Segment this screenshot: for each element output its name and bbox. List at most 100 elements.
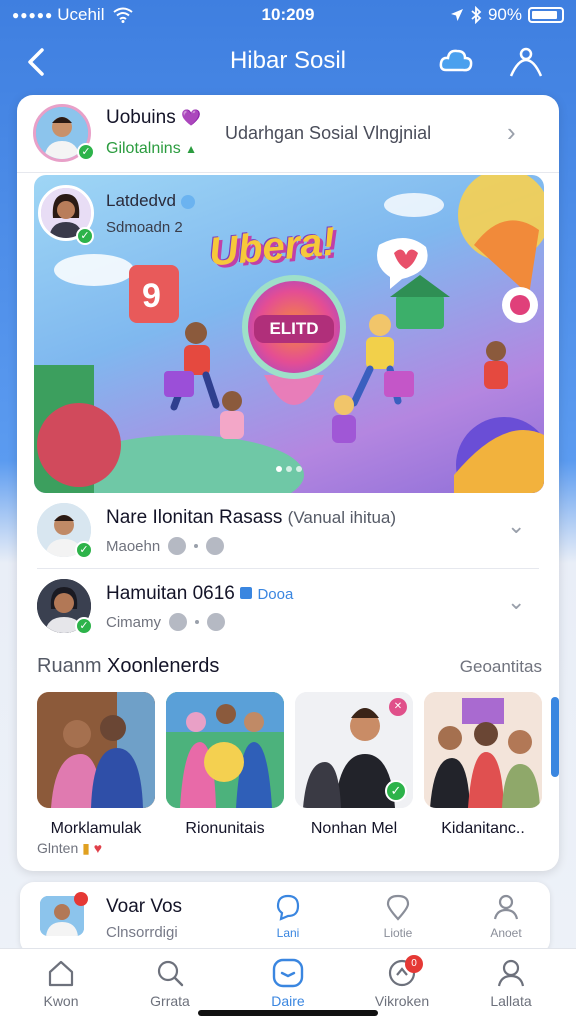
community-image[interactable]: ✓ ✕ xyxy=(295,692,413,808)
user-card-sub: Clnsorrdigi xyxy=(106,924,178,941)
tab-label: Vikroken xyxy=(374,993,430,1009)
banner-user-name: Latdedvd xyxy=(106,191,195,211)
community-tile[interactable]: Rionunitais xyxy=(166,692,284,838)
close-badge-icon[interactable]: ✕ xyxy=(389,698,407,716)
mini-tab-label: Liotie xyxy=(383,926,413,940)
tab-messages[interactable]: Daire xyxy=(243,957,333,1009)
section-header: Ruanm Xoonlenerds Geoantitas xyxy=(37,655,542,683)
home-icon xyxy=(48,960,74,987)
list-item[interactable]: ✓ Nare Ilonitan Rasass (Vanual ihitua) M… xyxy=(17,497,559,569)
post-meta: Cimamy xyxy=(106,613,225,631)
community-image[interactable] xyxy=(166,692,284,808)
tab-home[interactable]: Kwon xyxy=(16,957,106,1009)
mini-tab-label: Lani xyxy=(276,926,300,940)
community-tile-sub-text: Glnten xyxy=(37,840,79,856)
community-tile-label: Nonhan Mel xyxy=(310,820,398,837)
post-meta-text: Cimamy xyxy=(106,613,161,631)
post-meta: Maoehn xyxy=(106,537,225,555)
see-all-link[interactable]: Geoantitas xyxy=(460,657,542,677)
verified-check-icon: ✓ xyxy=(75,617,93,635)
carousel-peek xyxy=(551,697,559,777)
post-author-name: Hamuitan 0616 xyxy=(106,583,235,604)
heart-icon: ♥ xyxy=(93,840,103,856)
pager-dot[interactable] xyxy=(276,466,282,472)
verified-check-icon: ✓ xyxy=(77,143,95,161)
featured-banner[interactable]: 9 ✓ Latdedvd Sdmoadn 2 Ubera! ELITD xyxy=(34,175,544,493)
tab-search[interactable]: Grrata xyxy=(125,957,215,1009)
profile-row[interactable]: ✓ Uobuins 💜 Gilotalnins ▲ Udarhgan Sosia… xyxy=(17,95,559,173)
pager-dot[interactable] xyxy=(296,466,302,472)
tab-label: Kwon xyxy=(43,993,79,1009)
mini-tab-label: Anoet xyxy=(490,926,522,940)
heart-icon: 💜 xyxy=(181,110,201,127)
banner-user-name-text: Latdedvd xyxy=(106,191,176,210)
verified-badge-icon xyxy=(180,194,195,209)
comment-icon[interactable] xyxy=(169,613,187,631)
post-author-extra: (Vanual ihitua) xyxy=(287,508,397,527)
chat-bubble-icon xyxy=(276,894,300,921)
carousel-pager[interactable] xyxy=(34,459,544,477)
divider xyxy=(37,568,539,569)
community-tile-label: Morklamulak xyxy=(50,820,142,837)
community-tile[interactable]: Morklamulak Glnten ▮ ♥ xyxy=(37,692,155,857)
nav-bar: Hibar Sosil xyxy=(0,34,576,90)
globe-icon xyxy=(206,537,225,555)
banner-user[interactable]: ✓ Latdedvd Sdmoadn 2 xyxy=(34,185,224,251)
cloud-icon[interactable] xyxy=(436,42,476,82)
people-hugging-icon xyxy=(37,692,155,808)
community-tile[interactable]: Kidanitanc.. xyxy=(424,692,542,838)
profile-tent-icon[interactable] xyxy=(506,42,546,82)
feed-card: ✓ Uobuins 💜 Gilotalnins ▲ Udarhgan Sosia… xyxy=(17,95,559,871)
post-tag[interactable]: Dooa xyxy=(257,586,293,603)
tab-label: Daire xyxy=(271,993,305,1009)
profile-subtitle-text: Gilotalnins xyxy=(106,140,181,157)
profile-name-text: Uobuins xyxy=(106,107,176,128)
community-tile-label: Rionunitais xyxy=(185,820,265,837)
chevron-right-icon[interactable]: › xyxy=(507,117,516,148)
post-author: Nare Ilonitan Rasass (Vanual ihitua) xyxy=(106,507,396,529)
profile-subtitle: Gilotalnins ▲ xyxy=(106,140,197,158)
separator-dot xyxy=(195,620,199,624)
banner-user-sub: Sdmoadn 2 xyxy=(106,219,183,236)
home-indicator[interactable] xyxy=(198,1010,378,1016)
mini-tab-profile[interactable]: Anoet xyxy=(476,892,536,940)
group-meeting-icon xyxy=(424,692,542,808)
chevron-down-icon[interactable]: ⌄ xyxy=(507,513,525,539)
pager-dot[interactable] xyxy=(286,466,292,472)
status-bar: ●●●●● Ucehil 10:209 90% xyxy=(0,0,576,30)
list-item[interactable]: ✓ Hamuitan 0616 Dooa Cimamy ⌄ xyxy=(17,573,559,645)
chevron-down-icon[interactable]: ⌄ xyxy=(507,589,525,615)
user-icon xyxy=(493,894,519,920)
user-card[interactable]: Voar Vos Clnsorrdigi Lani Liotie Anoet xyxy=(20,882,550,954)
post-author-name: Nare Ilonitan Rasass xyxy=(106,507,283,528)
tab-label: Grrata xyxy=(150,993,190,1009)
tab-profile[interactable]: Lallata xyxy=(466,957,556,1009)
battery-icon xyxy=(528,7,564,23)
mini-tab-chat[interactable]: Lani xyxy=(258,892,318,940)
svg-text:9: 9 xyxy=(142,277,161,315)
community-tile-label: Kidanitanc.. xyxy=(441,820,525,837)
post-author: Hamuitan 0616 Dooa xyxy=(106,583,293,605)
comment-icon[interactable] xyxy=(168,537,187,555)
section-title: Ruanm Xoonlenerds xyxy=(37,655,219,678)
community-image[interactable] xyxy=(424,692,542,808)
tab-notifications[interactable]: Vikroken 0 xyxy=(357,955,447,1009)
community-image[interactable] xyxy=(37,692,155,808)
post-meta-text: Maoehn xyxy=(106,537,161,555)
globe-icon xyxy=(207,613,225,631)
mini-tab-location[interactable]: Liotie xyxy=(368,892,428,940)
section-title-text: Xoonlenerds xyxy=(107,655,220,677)
section-title-prefix: Ruanm xyxy=(37,655,102,677)
community-carousel[interactable]: Morklamulak Glnten ▮ ♥ Rionunitais ✓ ✕ N… xyxy=(37,692,559,862)
user-icon xyxy=(497,959,525,987)
verified-check-icon: ✓ xyxy=(75,541,93,559)
community-tile[interactable]: ✓ ✕ Nonhan Mel xyxy=(295,692,413,838)
verified-check-icon: ✓ xyxy=(385,780,407,802)
flag-icon: ▮ xyxy=(82,840,90,856)
profile-name: Uobuins 💜 xyxy=(106,107,201,129)
group-icon xyxy=(166,692,284,808)
clock: 10:209 xyxy=(261,5,315,24)
message-icon xyxy=(272,958,304,988)
verified-check-icon: ✓ xyxy=(76,227,94,245)
notification-dot xyxy=(74,892,88,906)
